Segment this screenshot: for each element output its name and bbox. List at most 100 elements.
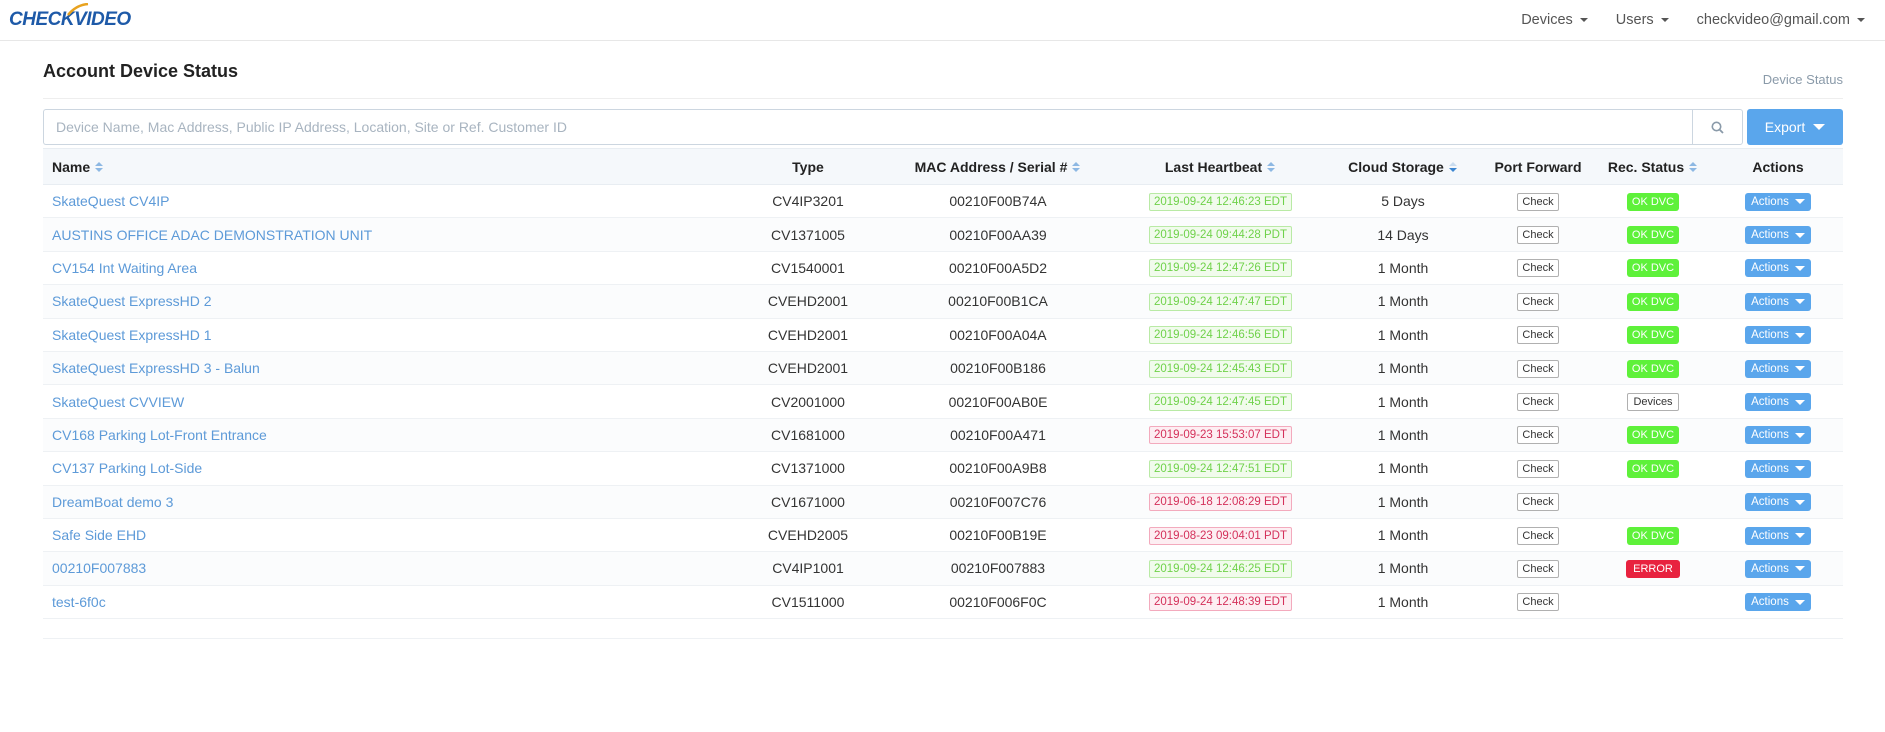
actions-cell: Actions	[1713, 285, 1843, 318]
cloud-storage: 1 Month	[1377, 326, 1429, 343]
sort-icon[interactable]	[1267, 162, 1276, 173]
device-name-link[interactable]: SkateQuest CVVIEW	[43, 385, 738, 418]
table-row: AUSTINS OFFICE ADAC DEMONSTRATION UNIT CV…	[43, 217, 1843, 252]
device-name-link[interactable]: test-6f0c	[43, 585, 738, 618]
heartbeat-badge: 2019-09-24 12:45:43 EDT	[1149, 359, 1292, 378]
table-row: test-6f0c CV1511000 00210F006F0C 2019-09-24…	[43, 585, 1843, 619]
check-button[interactable]: Check	[1517, 326, 1559, 345]
check-button[interactable]: Check	[1517, 393, 1559, 412]
actions-dropdown-button[interactable]: Actions	[1745, 226, 1811, 245]
cloud-storage: 1 Month	[1377, 493, 1429, 510]
rec-status-cell: Devices	[1593, 385, 1713, 418]
check-button[interactable]: Check	[1517, 426, 1559, 445]
heartbeat-cell: 2019-09-23 15:53:07 EDT	[1118, 418, 1323, 451]
actions-dropdown-button[interactable]: Actions	[1745, 559, 1811, 578]
device-name-link[interactable]: SkateQuest CV4IP	[43, 185, 738, 218]
device-name-link[interactable]: SkateQuest ExpressHD 1	[43, 318, 738, 351]
search-input[interactable]	[43, 109, 1692, 145]
actions-dropdown-button[interactable]: Actions	[1745, 192, 1811, 211]
device-name-link[interactable]: DreamBoat demo 3	[43, 485, 738, 518]
column-header-type: Type	[738, 148, 878, 185]
device-type: CV1671000	[771, 493, 845, 510]
device-name-link[interactable]: 00210F007883	[43, 552, 738, 585]
rec-status-cell: OK DVC	[1593, 285, 1713, 318]
heartbeat-cell: 2019-08-23 09:04:01 PDT	[1118, 518, 1323, 551]
chevron-down-icon	[1794, 599, 1805, 605]
actions-dropdown-button[interactable]: Actions	[1745, 292, 1811, 311]
check-button[interactable]: Check	[1517, 292, 1559, 311]
mac-address: 00210F007C76	[949, 493, 1047, 510]
mac-address: 00210F00B19E	[949, 527, 1047, 544]
check-button[interactable]: Check	[1517, 493, 1559, 512]
check-button[interactable]: Check	[1517, 526, 1559, 545]
checkvideo-logo[interactable]: CHECK VIDEO	[9, 3, 131, 31]
column-header-cloud-storage[interactable]: Cloud Storage	[1323, 148, 1483, 185]
sort-icon[interactable]	[1689, 162, 1698, 173]
sort-icon[interactable]	[1448, 162, 1458, 173]
sort-icon[interactable]	[1072, 162, 1081, 173]
check-button[interactable]: Check	[1517, 559, 1559, 578]
rec-status-badge: OK DVC	[1626, 426, 1680, 445]
column-header-port-forward: Port Forward	[1483, 148, 1593, 185]
actions-dropdown-button[interactable]: Actions	[1745, 426, 1811, 445]
rec-status-badge[interactable]: Devices	[1627, 393, 1679, 412]
heartbeat-cell: 2019-09-24 12:45:43 EDT	[1118, 351, 1323, 384]
check-button[interactable]: Check	[1517, 259, 1559, 278]
device-name-link[interactable]: Safe Side EHD	[43, 518, 738, 551]
actions-dropdown-button[interactable]: Actions	[1745, 459, 1811, 478]
heartbeat-cell: 2019-09-24 12:46:23 EDT	[1118, 185, 1323, 218]
actions-dropdown-button[interactable]: Actions	[1745, 393, 1811, 412]
device-name-link[interactable]: CV154 Int Waiting Area	[43, 251, 738, 284]
actions-dropdown-button[interactable]: Actions	[1745, 526, 1811, 545]
actions-dropdown-button[interactable]: Actions	[1745, 593, 1811, 612]
chevron-down-icon	[1794, 466, 1805, 472]
chevron-down-icon	[1813, 124, 1826, 130]
cloud-storage: 1 Month	[1377, 560, 1429, 577]
export-button[interactable]: Export	[1747, 109, 1843, 145]
check-button[interactable]: Check	[1517, 593, 1559, 612]
check-button[interactable]: Check	[1517, 359, 1559, 378]
nav-account-menu[interactable]: checkvideo@gmail.com	[1683, 12, 1879, 28]
check-button[interactable]: Check	[1517, 226, 1559, 245]
device-name-link[interactable]: CV137 Parking Lot-Side	[43, 452, 738, 485]
port-forward-cell: Check	[1483, 251, 1593, 284]
actions-dropdown-button[interactable]: Actions	[1745, 493, 1811, 512]
breadcrumb[interactable]: Device Status	[1763, 72, 1843, 87]
chevron-down-icon	[1794, 399, 1805, 405]
actions-dropdown-button[interactable]: Actions	[1745, 359, 1811, 378]
device-name-link[interactable]: SkateQuest ExpressHD 2	[43, 285, 738, 318]
mac-address: 00210F00A5D2	[948, 259, 1048, 276]
sort-icon[interactable]	[95, 162, 104, 173]
heartbeat-badge: 2019-06-18 12:08:29 EDT	[1149, 493, 1292, 512]
table-row: DreamBoat demo 3 CV1671000 00210F007C76 201…	[43, 485, 1843, 519]
column-header-name[interactable]: Name	[43, 148, 738, 185]
device-name-link[interactable]: CV168 Parking Lot-Front Entrance	[43, 418, 738, 451]
heartbeat-cell: 2019-09-24 12:48:39 EDT	[1118, 585, 1323, 618]
check-button[interactable]: Check	[1517, 192, 1559, 211]
check-button[interactable]: Check	[1517, 459, 1559, 478]
table-row: CV154 Int Waiting Area CV1540001 00210F00A…	[43, 251, 1843, 285]
heartbeat-cell: 2019-06-18 12:08:29 EDT	[1118, 485, 1323, 518]
rec-status-badge: OK DVC	[1626, 326, 1680, 345]
search-icon	[1711, 121, 1724, 134]
device-name-link[interactable]: AUSTINS OFFICE ADAC DEMONSTRATION UNIT	[43, 218, 738, 251]
table-row: Safe Side EHD CVEHD2005 00210F00B19E 2019-0…	[43, 518, 1843, 552]
nav-users-menu[interactable]: Users	[1602, 12, 1683, 28]
cloud-storage: 1 Month	[1377, 593, 1429, 610]
column-header-last-heartbeat[interactable]: Last Heartbeat	[1118, 148, 1323, 185]
chevron-down-icon	[1794, 566, 1805, 572]
chevron-down-icon	[1794, 299, 1805, 305]
actions-dropdown-button[interactable]: Actions	[1745, 259, 1811, 278]
actions-dropdown-button[interactable]: Actions	[1745, 326, 1811, 345]
rec-status-cell: OK DVC	[1593, 185, 1713, 218]
nav-devices-menu[interactable]: Devices	[1507, 12, 1602, 28]
column-header-rec-status[interactable]: Rec. Status	[1593, 148, 1713, 185]
search-button[interactable]	[1692, 109, 1743, 145]
column-header-mac-address[interactable]: MAC Address / Serial #	[878, 148, 1118, 185]
device-name-link[interactable]: SkateQuest ExpressHD 3 - Balun	[43, 351, 738, 384]
chevron-down-icon	[1794, 533, 1805, 539]
device-type: CV1540001	[771, 259, 845, 276]
heartbeat-badge: 2019-09-24 12:46:25 EDT	[1149, 559, 1292, 578]
actions-cell: Actions	[1713, 318, 1843, 351]
table-row: SkateQuest ExpressHD 2 CVEHD2001 00210F00B…	[43, 284, 1843, 319]
